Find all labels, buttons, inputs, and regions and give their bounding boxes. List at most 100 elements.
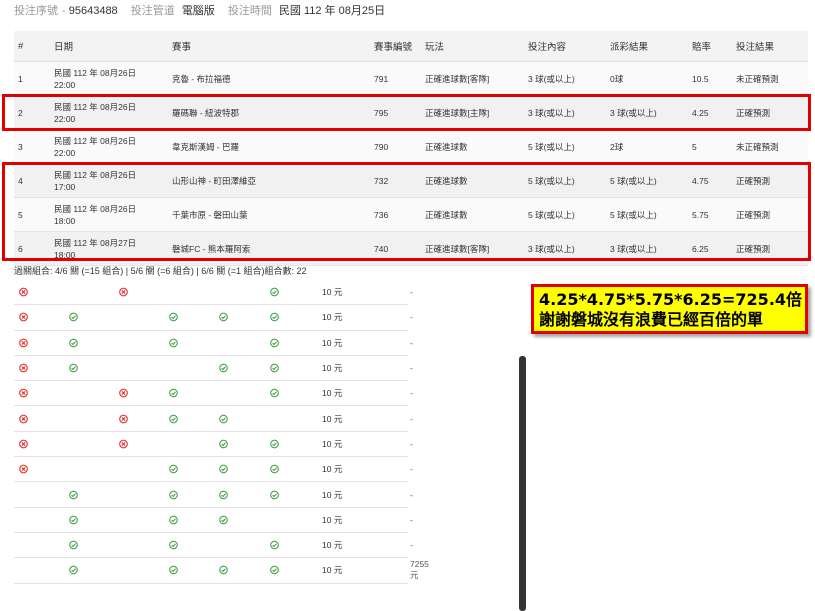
cell-outcome: 正確預測 <box>732 197 808 232</box>
scrollbar[interactable] <box>519 356 526 611</box>
cell-outcome: 正確預測 <box>732 163 808 198</box>
table-row: 2 民國 112 年 08月26日 22:00 羅碼聯 - 紐波特郡 795 正確進球數[… <box>14 95 808 130</box>
cell-code: 791 <box>370 61 421 96</box>
col-header-pick: 投注內容 <box>524 31 606 62</box>
win-check-circle-icon <box>169 464 178 474</box>
win-check-circle-icon <box>219 566 228 575</box>
lose-x-circle-icon <box>119 439 128 449</box>
col-header-result: 派彩結果 <box>606 31 688 62</box>
cell-outcome: 未正確預測 <box>732 129 808 164</box>
win-check-circle-icon <box>219 414 228 423</box>
serial-value: 95643488 <box>68 5 118 17</box>
table-row: 1 民國 112 年 08月26日 22:00 克魯 - 布拉福德 791 正確進球數[客… <box>14 61 808 96</box>
win-check-circle-icon <box>169 338 178 348</box>
win-check-circle-icon <box>69 490 78 499</box>
time-label: 投注時間 <box>227 5 272 17</box>
cell-no: 3 <box>14 129 50 164</box>
cell-play: 正確進球數[主隊] <box>421 95 524 130</box>
win-check-circle-icon <box>270 287 279 297</box>
combo-winnings: - <box>410 363 413 374</box>
combo-winnings: - <box>410 312 413 323</box>
cell-date-day: 民國 112 年 08月26日 <box>54 169 137 180</box>
cell-no: 2 <box>14 95 50 130</box>
win-check-circle-icon <box>219 490 228 499</box>
cell-date: 民國 112 年 08月26日 22:00 <box>50 129 168 164</box>
win-check-circle-icon <box>270 389 279 398</box>
bet-info-header: 投注序號 - 95643488 投注管道 電腦版 投注時間 民國 112 年 08… <box>14 5 386 17</box>
lose-x-circle-icon <box>119 388 128 398</box>
win-check-circle-icon <box>219 363 228 373</box>
cell-play: 正確進球數 <box>421 197 524 232</box>
cell-result: 5 球(或以上) <box>606 163 688 198</box>
cell-odds: 6.25 <box>688 231 732 266</box>
lose-x-circle-icon <box>119 414 128 423</box>
cell-pick: 3 球(或以上) <box>524 95 606 130</box>
combo-winnings: - <box>410 337 413 348</box>
combo-amount: 10 元 <box>322 565 343 576</box>
callout-line-2: 謝謝磐城沒有浪費已經百倍的單 <box>539 310 764 329</box>
combo-winnings: - <box>410 540 413 551</box>
serial-label: 投注序號 <box>14 5 58 17</box>
win-check-circle-icon <box>219 313 228 322</box>
combo-winnings: 7255 元 <box>410 559 429 581</box>
cell-code: 732 <box>370 163 421 198</box>
win-check-circle-icon <box>270 540 279 550</box>
combo-row: 10 元 - <box>14 533 413 559</box>
cell-no: 6 <box>14 231 50 266</box>
cell-outcome: 未正確預測 <box>732 61 808 96</box>
win-check-circle-icon <box>169 515 178 525</box>
combo-amount: 10 元 <box>322 363 343 374</box>
cell-match: 克魯 - 布拉福德 <box>168 61 370 96</box>
combo-row: 10 元 - <box>14 280 413 306</box>
lose-x-circle-icon <box>19 313 28 322</box>
cell-date-time: 22:00 <box>54 79 76 90</box>
combo-amount: 10 元 <box>322 438 343 449</box>
cell-play: 正確進球數 <box>421 129 524 164</box>
cell-odds: 5.75 <box>688 197 732 232</box>
cell-play: 正確進球數 <box>421 163 524 198</box>
lose-x-circle-icon <box>19 439 28 449</box>
combo-winnings: - <box>410 287 413 298</box>
combo-summary: 過關組合: 4/6 關 (=15 組合) | 5/6 關 (=6 組合) | 6… <box>14 266 307 276</box>
win-check-circle-icon <box>270 490 279 499</box>
cell-pick: 5 球(或以上) <box>524 197 606 232</box>
combo-amount: 10 元 <box>322 514 343 525</box>
col-header-outcome: 投注結果 <box>732 31 808 62</box>
cell-code: 790 <box>370 129 421 164</box>
cell-date-day: 民國 112 年 08月26日 <box>54 101 137 112</box>
combo-row: 10 元 - <box>14 381 413 407</box>
combo-row: 10 元 - <box>14 482 413 508</box>
win-check-circle-icon <box>69 338 78 348</box>
lose-x-circle-icon <box>19 414 28 423</box>
win-check-circle-icon <box>169 389 178 398</box>
combo-row: 10 元 - <box>14 508 413 533</box>
cell-no: 4 <box>14 163 50 198</box>
combo-row: 10 元 - <box>14 356 413 382</box>
win-check-circle-icon <box>169 566 178 575</box>
cell-match: 韋克斯漢姆 - 巴羅 <box>168 129 370 164</box>
combo-row: 10 元 7255 元 <box>14 558 429 584</box>
win-check-circle-icon <box>270 313 279 322</box>
col-header-code: 賽事編號 <box>370 31 421 62</box>
combo-amount: 10 元 <box>322 287 343 298</box>
cell-date-time: 17:00 <box>54 181 76 192</box>
combo-winnings: - <box>410 413 413 424</box>
cell-odds: 5 <box>688 129 732 164</box>
cell-odds: 10.5 <box>688 61 732 96</box>
combo-amount: 10 元 <box>322 489 343 500</box>
combo-amount: 10 元 <box>322 413 343 424</box>
combo-list: 10 元 - 10 元 - 10 元 - 10 元 - 10 元 - 10 元 - 10 元 - 10 元 -… <box>14 280 429 584</box>
cell-result: 0球 <box>606 61 688 96</box>
cell-result: 3 球(或以上) <box>606 231 688 266</box>
lose-x-circle-icon <box>19 464 28 474</box>
cell-result: 5 球(或以上) <box>606 197 688 232</box>
time-value: 民國 112 年 08月25日 <box>278 5 386 17</box>
cell-match: 羅碼聯 - 紐波特郡 <box>168 95 370 130</box>
cell-pick: 3 球(或以上) <box>524 61 606 96</box>
lose-x-circle-icon <box>19 388 28 398</box>
combo-row: 10 元 - <box>14 432 413 458</box>
cell-code: 795 <box>370 95 421 130</box>
win-check-circle-icon <box>219 439 228 449</box>
win-check-circle-icon <box>169 540 178 550</box>
combo-winnings: - <box>410 438 413 449</box>
